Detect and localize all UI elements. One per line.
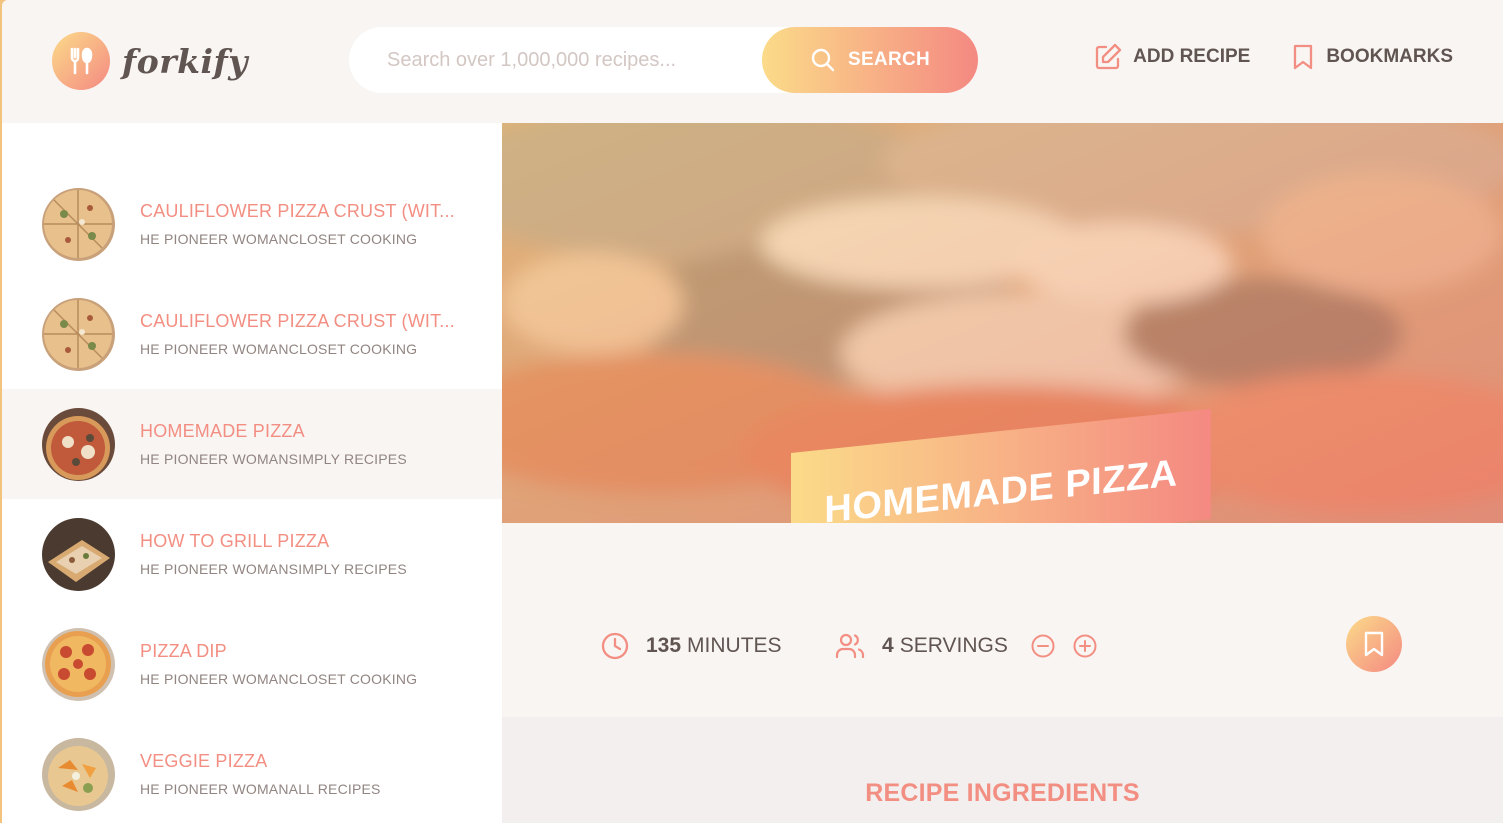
search-results: CAULIFLOWER PIZZA CRUST (WIT... HE PIONE… [2,123,502,823]
result-title: CAULIFLOWER PIZZA CRUST (WIT... [140,311,455,331]
result-publisher: HE PIONEER WOMANSIMPLY RECIPES [140,451,407,467]
servings-label: SERVINGS [899,634,1008,657]
logo[interactable]: forkify [52,32,248,90]
result-item-active[interactable]: HOMEMADE PIZZA HE PIONEER WOMANSIMPLY RE… [2,389,502,499]
recipe-view: HOMEMADE PIZZA 135 MINUTES 4 SERVINGS RE… [502,123,1503,823]
recipe-thumbnail [42,517,115,591]
result-title: PIZZA DIP [140,641,227,661]
result-item[interactable]: PIZZA DIP HE PIONEER WOMANCLOSET COOKING [2,609,502,719]
result-info: HOW TO GRILL PIZZA HE PIONEER WOMANSIMPL… [140,531,407,577]
clock-icon [601,632,629,660]
results-list: CAULIFLOWER PIZZA CRUST (WIT... HE PIONE… [2,123,502,823]
plus-circle-icon[interactable] [1072,633,1114,659]
recipe-ingredients: RECIPE INGREDIENTS [502,717,1503,823]
result-title: HOMEMADE PIZZA [140,421,305,441]
result-item[interactable]: CAULIFLOWER PIZZA CRUST (WIT... HE PIONE… [2,169,502,279]
result-title: VEGGIE PIZZA [140,751,268,771]
minutes-value: 135 [646,634,682,657]
bookmarks-label: BOOKMARKS [1326,46,1453,67]
result-info: VEGGIE PIZZA HE PIONEER WOMANALL RECIPES [140,751,381,797]
result-title: CAULIFLOWER PIZZA CRUST (WIT... [140,201,455,221]
result-publisher: HE PIONEER WOMANALL RECIPES [140,781,381,797]
bookmark-icon [1364,631,1384,657]
result-info: CAULIFLOWER PIZZA CRUST (WIT... HE PIONE… [140,311,455,357]
main-nav: ADD RECIPE BOOKMARKS [1053,42,1453,72]
bookmark-recipe-button[interactable] [1346,616,1402,672]
minus-circle-icon[interactable] [1030,633,1072,659]
users-icon [835,633,865,659]
result-item[interactable]: CAULIFLOWER PIZZA CRUST (WIT... HE PIONE… [2,279,502,389]
result-publisher: HE PIONEER WOMANCLOSET COOKING [140,341,418,357]
result-item[interactable]: HOW TO GRILL PIZZA HE PIONEER WOMANSIMPL… [2,499,502,609]
recipe-thumbnail [42,627,115,701]
recipe-servings: 4 SERVINGS [834,631,1114,661]
search-input[interactable] [349,27,769,93]
ingredients-heading: RECIPE INGREDIENTS [865,779,1140,807]
recipe-thumbnail [42,297,115,371]
edit-icon [1095,43,1122,70]
result-item[interactable]: VEGGIE PIZZA HE PIONEER WOMANALL RECIPES [2,719,502,823]
result-publisher: HE PIONEER WOMANSIMPLY RECIPES [140,561,407,577]
search-button[interactable]: SEARCH [762,27,978,93]
add-recipe-button[interactable]: ADD RECIPE [1093,42,1250,72]
result-title: HOW TO GRILL PIZZA [140,531,330,551]
bookmarks-button[interactable]: BOOKMARKS [1290,43,1453,71]
result-publisher: HE PIONEER WOMANCLOSET COOKING [140,231,418,247]
search-button-label: SEARCH [847,49,931,70]
result-info: PIZZA DIP HE PIONEER WOMANCLOSET COOKING [140,641,417,687]
app: forkify SEARCH ADD RECIPE [2,0,1503,823]
result-info: CAULIFLOWER PIZZA CRUST (WIT... HE PIONE… [140,201,455,247]
recipe-thumbnail [42,737,115,811]
add-recipe-label: ADD RECIPE [1133,46,1251,67]
recipe-thumbnail [42,407,115,481]
result-publisher: HE PIONEER WOMANCLOSET COOKING [140,671,418,687]
fork-knife-icon [52,32,110,90]
result-info: HOMEMADE PIZZA HE PIONEER WOMANSIMPLY RE… [140,421,407,467]
recipe-details: 135 MINUTES 4 SERVINGS [502,523,1503,717]
recipe-cooking-time: 135 MINUTES [600,631,782,661]
logo-text: forkify [122,41,248,81]
servings-controls [1030,633,1114,659]
search-icon [811,48,835,72]
minutes-label: MINUTES [687,634,782,657]
recipe-thumbnail [42,187,115,261]
bookmark-icon [1294,44,1313,70]
search-form: SEARCH [349,27,978,93]
header: forkify SEARCH ADD RECIPE [2,0,1503,123]
servings-value: 4 [882,634,894,657]
